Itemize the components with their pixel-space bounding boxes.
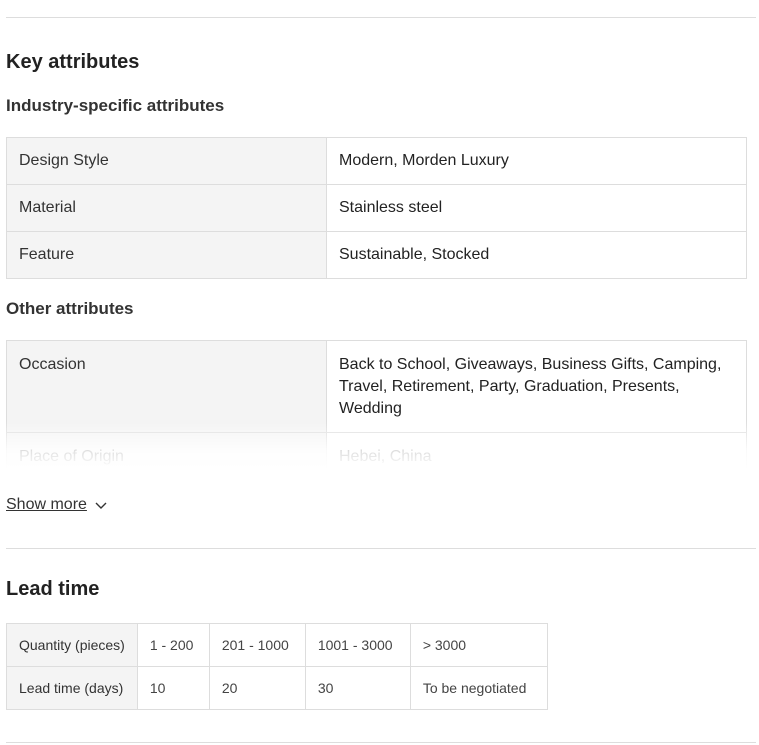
quantity-range: > 3000 [409, 623, 548, 667]
attribute-key: Design Style [6, 137, 327, 185]
lead-time-header-label: Quantity (pieces) [6, 623, 138, 667]
quantity-range: 1 - 200 [136, 623, 210, 667]
table-row: Quantity (pieces) 1 - 200 201 - 1000 100… [6, 623, 548, 667]
other-attributes-collapsed: Occasion Back to School, Giveaways, Busi… [6, 340, 747, 470]
divider [6, 548, 756, 549]
quantity-range: 1001 - 3000 [304, 623, 411, 667]
show-more-label: Show more [6, 496, 87, 513]
table-row: Feature Sustainable, Stocked [6, 231, 747, 279]
table-row: Design Style Modern, Morden Luxury [6, 137, 747, 185]
key-attributes-heading: Key attributes [6, 51, 140, 73]
quantity-range: 201 - 1000 [208, 623, 306, 667]
lead-time-table: Quantity (pieces) 1 - 200 201 - 1000 100… [6, 623, 548, 710]
chevron-down-icon [95, 502, 107, 509]
lead-time-days: To be negotiated [409, 666, 548, 710]
attribute-value: Modern, Morden Luxury [326, 137, 747, 185]
product-details-section: Key attributes Industry-specific attribu… [0, 0, 759, 745]
lead-time-days: 20 [208, 666, 306, 710]
lead-time-heading: Lead time [6, 578, 100, 600]
table-row: Material Stainless steel [6, 184, 747, 232]
attribute-value: Hebei, China [326, 432, 747, 470]
divider [6, 742, 756, 743]
lead-time-days: 10 [136, 666, 210, 710]
other-attributes-table: Occasion Back to School, Giveaways, Busi… [6, 340, 747, 470]
table-row: Occasion Back to School, Giveaways, Busi… [6, 340, 747, 433]
lead-time-row-label: Lead time (days) [6, 666, 138, 710]
industry-attributes-table: Design Style Modern, Morden Luxury Mater… [6, 137, 747, 279]
attribute-value: Back to School, Giveaways, Business Gift… [326, 340, 747, 433]
attribute-value: Stainless steel [326, 184, 747, 232]
lead-time-days: 30 [304, 666, 411, 710]
attribute-key: Place of Origin [6, 432, 327, 470]
table-row: Lead time (days) 10 20 30 To be negotiat… [6, 666, 548, 710]
show-more-button[interactable]: Show more [6, 496, 107, 514]
table-row: Place of Origin Hebei, China [6, 432, 747, 470]
attribute-key: Feature [6, 231, 327, 279]
attribute-key: Occasion [6, 340, 327, 433]
industry-attributes-heading: Industry-specific attributes [6, 96, 225, 115]
attribute-value: Sustainable, Stocked [326, 231, 747, 279]
other-attributes-heading: Other attributes [6, 299, 134, 318]
attribute-key: Material [6, 184, 327, 232]
divider [6, 17, 756, 18]
